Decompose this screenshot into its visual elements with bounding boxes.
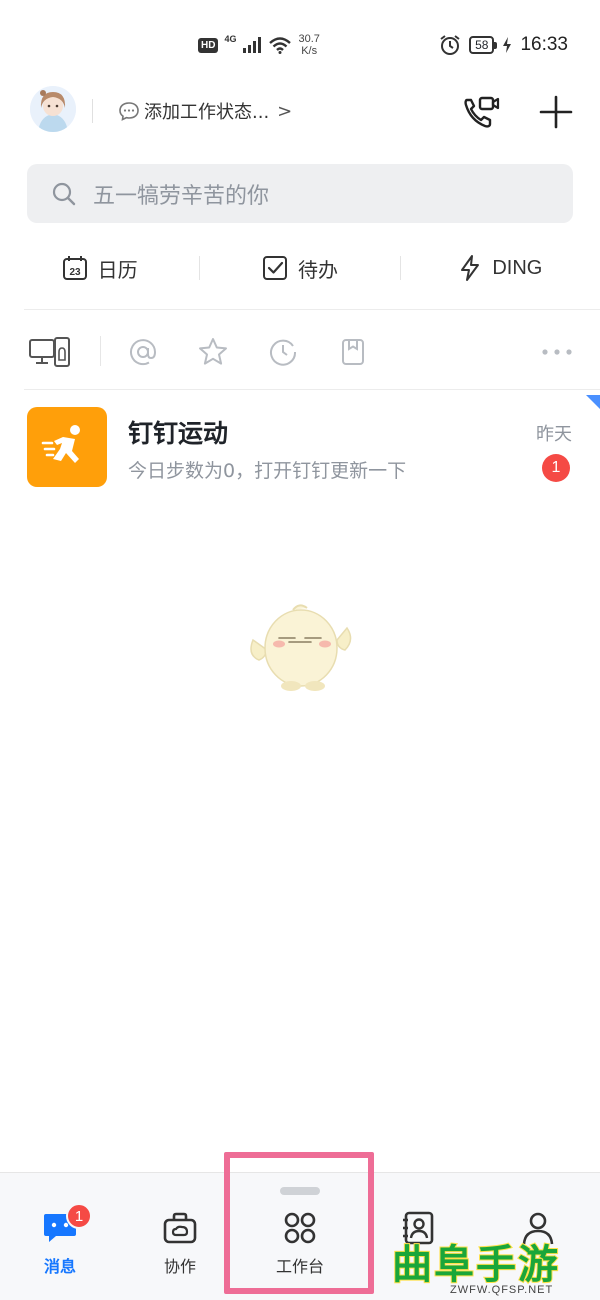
charging-icon <box>503 37 512 53</box>
todo-label: 待办 <box>297 257 338 282</box>
filter-starred[interactable] <box>195 334 231 370</box>
divider <box>24 389 600 390</box>
mascot-icon <box>250 604 352 691</box>
avatar-image-icon <box>30 86 76 132</box>
devices-icon <box>29 337 70 367</box>
at-icon <box>130 339 157 366</box>
star-icon <box>199 338 227 365</box>
network-speed: 30.7 K/s <box>298 33 319 57</box>
more-icon <box>542 349 572 355</box>
tab-collaboration-label: 协作 <box>163 1257 196 1276</box>
plus-icon <box>539 95 573 129</box>
speed-value: 30.7 <box>298 33 320 45</box>
header: 添加工作状态... > <box>0 80 600 142</box>
ding-label: DING <box>492 256 543 279</box>
tab-messages-badge: 1 <box>66 1203 92 1229</box>
calendar-icon: 23 <box>62 256 87 280</box>
filter-divider <box>100 336 101 366</box>
tab-messages-label: 消息 <box>43 1257 76 1276</box>
divider <box>24 309 600 310</box>
briefcase-icon <box>163 1212 197 1244</box>
watermark-logo: 曲阜手游网 ZWFW.QFSP.NET <box>384 1232 600 1300</box>
signal-icon <box>243 37 262 53</box>
calendar-day: 23 <box>69 267 81 278</box>
add-button[interactable] <box>536 92 576 132</box>
lightning-icon <box>461 255 480 281</box>
running-person-icon <box>41 425 80 463</box>
filter-mentions[interactable] <box>125 334 161 370</box>
filter-devices[interactable] <box>28 334 72 370</box>
quick-actions: 23 日历 待办 DING <box>0 240 600 296</box>
work-status-label: 添加工作状态... <box>144 102 270 123</box>
conversation-preview: 今日步数为0，打开钉钉更新一下 <box>128 460 407 482</box>
tab-messages[interactable]: 1 消息 <box>20 1203 100 1277</box>
ding-button[interactable]: DING <box>401 254 600 282</box>
status-bar: HD 4G 30.7 K/s 58 16:33 <box>0 0 600 88</box>
tab-collaboration[interactable]: 协作 <box>140 1211 220 1277</box>
filter-later[interactable] <box>265 334 301 370</box>
alarm-icon <box>440 35 460 55</box>
work-status-button[interactable]: 添加工作状态... > <box>118 96 292 126</box>
video-call-button[interactable] <box>462 92 502 132</box>
status-time: 16:33 <box>520 34 568 55</box>
pinned-corner-marker <box>586 395 600 409</box>
sport-app-icon <box>27 407 107 487</box>
checkbox-icon <box>262 256 287 280</box>
status-indicators: HD 4G 30.7 K/s <box>198 30 320 60</box>
unread-badge: 1 <box>542 454 570 482</box>
search-icon <box>52 182 76 205</box>
conversation-time: 昨天 <box>536 424 572 445</box>
mascot-illustration <box>245 600 355 700</box>
status-right: 58 16:33 <box>439 32 568 58</box>
calendar-button[interactable]: 23 日历 <box>0 254 199 283</box>
network-type: 4G <box>224 34 237 44</box>
search-placeholder: 五一犒劳辛苦的你 <box>93 183 270 209</box>
clock-icon <box>270 339 297 366</box>
chat-bubble-icon <box>119 102 139 121</box>
hd-badge: HD <box>198 37 219 53</box>
filter-row <box>0 326 600 376</box>
video-call-icon <box>464 96 500 128</box>
filter-saved[interactable] <box>335 334 371 370</box>
avatar[interactable] <box>30 86 76 132</box>
conversation-title: 钉钉运动 <box>128 419 229 448</box>
watermark-url: ZWFW.QFSP.NET <box>450 1284 554 1296</box>
todo-button[interactable]: 待办 <box>200 254 399 283</box>
conversation-item[interactable]: 钉钉运动 今日步数为0，打开钉钉更新一下 昨天 1 <box>0 392 600 500</box>
bookmark-icon <box>342 339 364 365</box>
calendar-label: 日历 <box>97 257 138 282</box>
wifi-icon <box>269 37 292 54</box>
speed-unit: K/s <box>301 45 318 57</box>
header-divider <box>92 99 93 123</box>
workbench-highlight-frame <box>224 1152 374 1294</box>
filter-more[interactable] <box>539 334 575 370</box>
chevron-right-icon: > <box>277 100 293 122</box>
search-bar[interactable]: 五一犒劳辛苦的你 <box>27 164 573 223</box>
battery-level: 58 <box>469 36 498 54</box>
